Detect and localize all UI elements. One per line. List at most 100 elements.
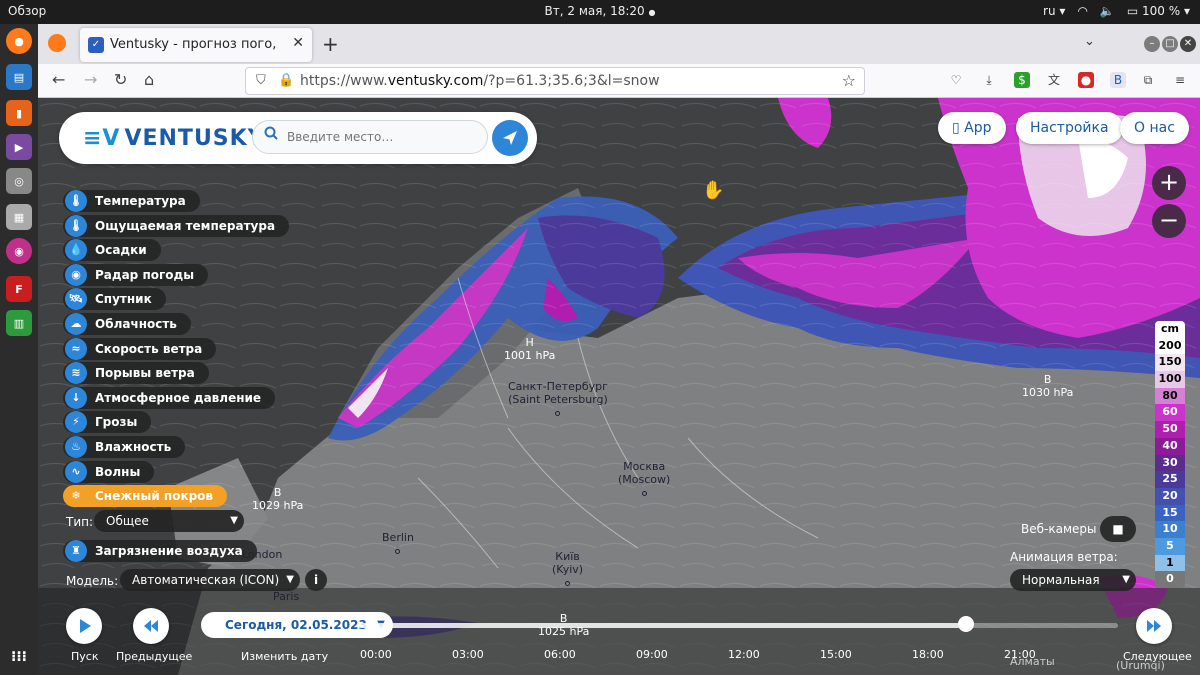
wind-animation-dropdown[interactable]: Нормальная ▼ xyxy=(1010,569,1136,591)
time-slider-thumb[interactable] xyxy=(958,616,974,632)
firefox-view-icon[interactable] xyxy=(48,34,66,52)
system-clock[interactable]: Вт, 2 мая, 18:20 ● xyxy=(0,4,1200,18)
location-arrow-icon xyxy=(503,131,517,145)
layer-label: Радар погоды xyxy=(95,267,195,282)
logo-search-panel: ≡V VENTUSKY Введите место… xyxy=(59,112,537,164)
volume-icon[interactable]: 🔈 xyxy=(1100,4,1115,18)
camera-icon[interactable]: ◎ xyxy=(6,168,32,194)
timeline-hour-label[interactable]: 06:00 xyxy=(544,648,576,661)
type-dropdown[interactable]: Общее ▼ xyxy=(94,510,244,532)
legend-step: 10 xyxy=(1155,521,1185,538)
timeline-hour-label[interactable]: 12:00 xyxy=(728,648,760,661)
app-button[interactable]: ▯ App xyxy=(938,112,1006,144)
bookmark-star-icon[interactable]: ☆ xyxy=(842,71,856,90)
locate-button[interactable] xyxy=(492,120,528,156)
close-window-icon[interactable]: ✕ xyxy=(1180,36,1196,52)
tab-close-icon[interactable]: ✕ xyxy=(292,35,304,51)
video-player-icon[interactable]: ▶ xyxy=(6,134,32,160)
translate-icon[interactable]: 文 xyxy=(1046,72,1062,88)
layer-item[interactable]: ↓ Атмосферное давление xyxy=(63,386,276,409)
previous-button[interactable] xyxy=(133,608,169,644)
layer-item[interactable]: ≋ Порывы ветра xyxy=(63,362,209,385)
calculator-icon[interactable]: ▦ xyxy=(6,204,32,230)
timeline-hour-label[interactable]: 00:00 xyxy=(360,648,392,661)
minimize-icon[interactable]: – xyxy=(1144,36,1160,52)
settings-button[interactable]: Настройка xyxy=(1016,112,1123,144)
timeline-hour-label[interactable]: 15:00 xyxy=(820,648,852,661)
model-dropdown[interactable]: Автоматическая (ICON) ▼ xyxy=(120,569,300,591)
battery-indicator[interactable]: ▭ 100 % ▾ xyxy=(1127,4,1190,18)
files-icon[interactable]: ▮ xyxy=(6,100,32,126)
tab-ventusky[interactable]: ✓ Ventusky - прогноз пого, ✕ xyxy=(80,28,312,62)
radar-icon: ◉ xyxy=(65,263,87,286)
browser-nav-bar: ← → ↻ ⌂ ⛉ 🔒 https://www.ventusky.com/?p=… xyxy=(38,64,1200,98)
extensions-puzzle-icon[interactable]: ⧉ xyxy=(1140,72,1156,88)
next-button[interactable] xyxy=(1136,608,1172,644)
lock-icon[interactable]: 🔒 xyxy=(278,73,294,88)
layer-air-pollution[interactable]: ♜ Загрязнение воздуха xyxy=(63,540,257,562)
ventusky-logo-icon: ≡V xyxy=(83,126,121,151)
layer-label: Температура xyxy=(95,194,186,208)
layer-item[interactable]: ◉ Радар погоды xyxy=(63,263,209,286)
pocket-icon[interactable]: ♡ xyxy=(948,72,964,88)
network-icon[interactable]: ◠ xyxy=(1077,4,1087,18)
factory-icon: ♜ xyxy=(65,540,87,562)
spreadsheet-icon[interactable]: ▥ xyxy=(6,310,32,336)
filezilla-icon[interactable]: F xyxy=(6,276,32,302)
layer-item[interactable]: ≈ Скорость ветра xyxy=(63,337,217,360)
timeline-hour-label[interactable]: 09:00 xyxy=(636,648,668,661)
timeline-hour-label[interactable]: 21:00 xyxy=(1004,648,1036,661)
zoom-in-button[interactable]: + xyxy=(1152,166,1186,200)
shield-icon[interactable]: ⛉ xyxy=(256,73,266,88)
layer-item[interactable]: 💧 Осадки xyxy=(63,239,161,262)
play-button[interactable] xyxy=(66,608,102,644)
pressure-label: H 1001 hPa xyxy=(504,336,556,362)
layer-item[interactable]: ☁ Облачность xyxy=(63,313,191,335)
layer-item[interactable]: 🛰 Спутник xyxy=(63,288,166,311)
downloads-icon[interactable]: ⤓ xyxy=(981,72,997,88)
legend-step: 5 xyxy=(1155,537,1185,555)
tab-list-chevron-icon[interactable]: ⌄ xyxy=(1084,34,1095,49)
extension-money-icon[interactable]: $ xyxy=(1014,72,1030,88)
play-icon xyxy=(80,619,91,633)
maximize-icon[interactable]: □ xyxy=(1162,36,1178,52)
weather-map[interactable]: ≡V VENTUSKY Введите место… ▯ App Настройк… xyxy=(38,98,1200,675)
language-indicator[interactable]: ru ▾ xyxy=(1043,4,1065,18)
type-label: Тип: xyxy=(66,515,94,529)
timeline-hour-label[interactable]: 03:00 xyxy=(452,648,484,661)
model-info-icon[interactable]: i xyxy=(305,569,327,591)
extension-b-icon[interactable]: B xyxy=(1110,72,1126,88)
gust-icon: ≋ xyxy=(65,362,87,385)
home-icon[interactable]: ⌂ xyxy=(144,70,154,89)
show-apps-icon[interactable]: ⁝⁝⁝ xyxy=(6,644,32,670)
reload-icon[interactable]: ↻ xyxy=(114,70,127,89)
layer-item[interactable]: ❄ Снежный покров xyxy=(63,485,228,508)
legend-step: 1 xyxy=(1155,554,1185,572)
layer-item[interactable]: ∿ Волны xyxy=(63,460,155,483)
new-tab-icon[interactable]: + xyxy=(322,32,339,56)
ventusky-logo[interactable]: ≡V VENTUSKY xyxy=(83,126,265,151)
satellite-icon: 🛰 xyxy=(65,288,87,311)
back-icon[interactable]: ← xyxy=(52,70,65,89)
hand-cursor-icon: ✋ xyxy=(702,180,725,201)
layer-item[interactable]: ⚡ Грозы xyxy=(63,411,152,434)
text-editor-icon[interactable]: ▤ xyxy=(6,64,32,90)
forward-icon[interactable]: → xyxy=(84,70,97,89)
url-bar[interactable]: ⛉ 🔒 https://www.ventusky.com/?p=61.3;35.… xyxy=(245,67,865,95)
url-text: https://www.ventusky.com/?p=61.3;35.6;3&… xyxy=(300,73,660,89)
layer-item[interactable]: 🌡 Температура xyxy=(63,190,200,212)
about-button[interactable]: О нас xyxy=(1120,112,1189,144)
time-slider-track[interactable] xyxy=(358,623,1118,628)
adblock-icon[interactable]: ● xyxy=(1078,72,1094,88)
search-input[interactable]: Введите место… xyxy=(252,120,488,154)
zoom-out-button[interactable]: − xyxy=(1152,204,1186,238)
firefox-icon[interactable]: ● xyxy=(6,28,32,54)
video-camera-icon: ■ xyxy=(1112,522,1124,536)
menu-hamburger-icon[interactable]: ≡ xyxy=(1172,72,1188,88)
layer-item[interactable]: ♨ Влажность xyxy=(63,436,186,458)
webcam-toggle-button[interactable]: ■ xyxy=(1100,516,1136,542)
layer-label: Атмосферное давление xyxy=(95,390,262,405)
podcast-icon[interactable]: ◉ xyxy=(6,238,32,264)
layer-item[interactable]: 🌡 Ощущаемая температура xyxy=(63,214,290,237)
timeline-hour-label[interactable]: 18:00 xyxy=(912,648,944,661)
